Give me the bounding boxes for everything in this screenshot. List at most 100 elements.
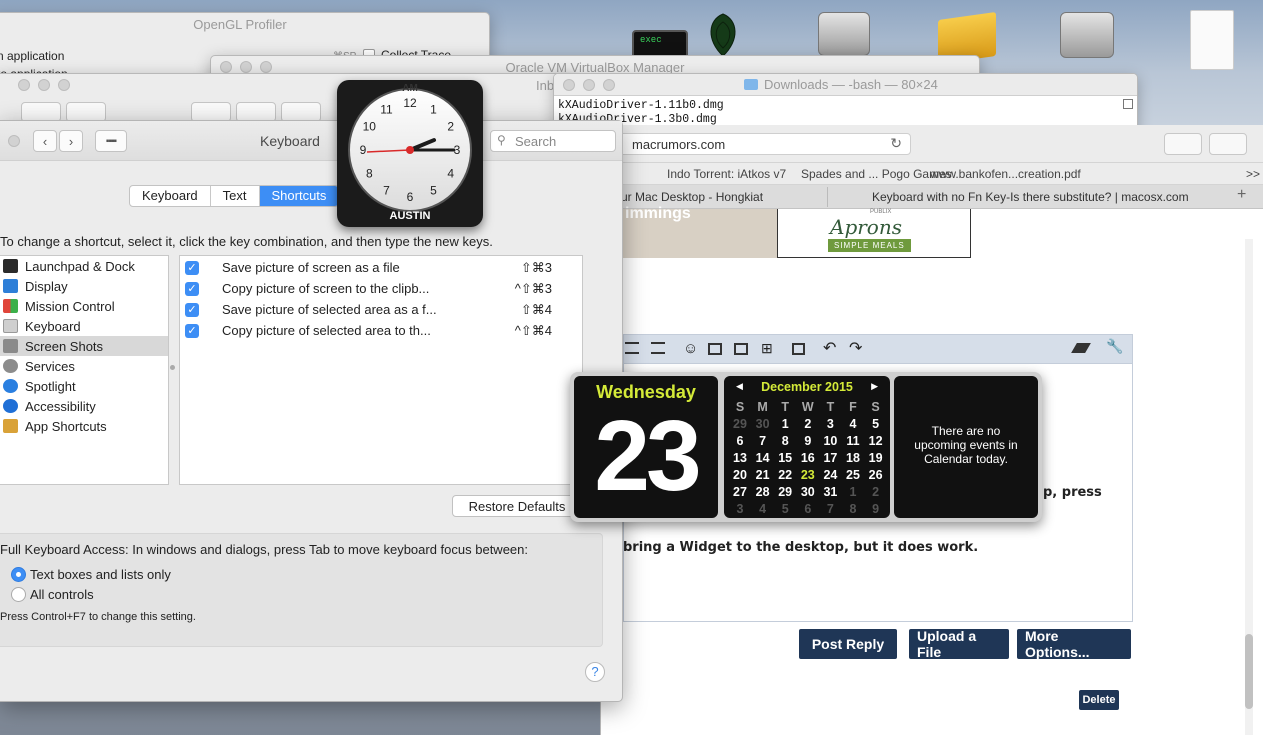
calendar-day[interactable]: 30: [797, 485, 819, 499]
calendar-day[interactable]: 17: [819, 451, 841, 465]
keyboard-preferences-window[interactable]: ‹ › ▪▪▪▪ Keyboard ⚲ Search Keyboard Text…: [0, 120, 623, 702]
calendar-day[interactable]: 8: [774, 434, 796, 448]
calendar-widget[interactable]: Wednesday 23 ◀ December 2015 ▶ S M T W T F S 29…: [570, 372, 1042, 522]
share-icon[interactable]: [1164, 133, 1202, 155]
bookmark-item[interactable]: Indo Torrent: iAtkos v7: [667, 167, 786, 181]
page-scrollbar[interactable]: [1245, 239, 1253, 735]
ad-banner-aprons[interactable]: PUBLIX Aprons SIMPLE MEALS: [777, 209, 971, 258]
tab-keyboard[interactable]: Keyboard: [130, 186, 211, 206]
next-month-button[interactable]: ▶: [871, 381, 878, 392]
clock-widget[interactable]: 12 1 2 3 4 5 6 7 8 9 10 11 AM AUSTIN: [337, 80, 483, 227]
post-reply-button[interactable]: Post Reply: [799, 629, 897, 659]
compose-icon[interactable]: [66, 102, 106, 122]
calendar-day[interactable]: 18: [842, 451, 864, 465]
close-button[interactable]: [18, 79, 30, 91]
hard-drive-icon[interactable]: [818, 12, 870, 56]
help-button[interactable]: ?: [585, 662, 605, 682]
calendar-day[interactable]: 23: [797, 468, 819, 482]
calendar-day[interactable]: 21: [752, 468, 774, 482]
tab-text[interactable]: Text: [211, 186, 260, 206]
calendar-day[interactable]: 1: [842, 485, 864, 499]
forward-button[interactable]: ›: [59, 130, 83, 152]
bookmark-item[interactable]: www.bankofen...creation.pdf: [930, 167, 1081, 181]
calendar-day[interactable]: 5: [774, 502, 796, 516]
shortcut-keys[interactable]: ⇧⌘3: [521, 260, 552, 276]
category-mission-control[interactable]: Mission Control: [0, 296, 168, 316]
archive-icon[interactable]: [191, 102, 231, 122]
calendar-day[interactable]: 20: [729, 468, 751, 482]
calendar-day[interactable]: 5: [865, 417, 887, 431]
calendar-day[interactable]: 4: [842, 417, 864, 431]
radio-all-controls[interactable]: [11, 587, 26, 602]
trash-icon[interactable]: [236, 102, 276, 122]
shortcut-row[interactable]: ✓ Save picture of selected area as a f..…: [180, 299, 582, 320]
junk-icon[interactable]: [281, 102, 321, 122]
category-spotlight[interactable]: Spotlight: [0, 376, 168, 396]
category-list[interactable]: Launchpad & Dock Display Mission Control…: [0, 255, 169, 485]
calendar-day[interactable]: 1: [774, 417, 796, 431]
calendar-day[interactable]: 9: [865, 502, 887, 516]
calendar-day[interactable]: 4: [752, 502, 774, 516]
calendar-day[interactable]: 29: [729, 417, 751, 431]
calendar-day[interactable]: 30: [752, 417, 774, 431]
category-launchpad[interactable]: Launchpad & Dock: [0, 256, 168, 276]
shortcut-checkbox[interactable]: ✓: [185, 323, 199, 338]
envelope-icon[interactable]: [21, 102, 61, 122]
more-options-button[interactable]: More Options...: [1017, 628, 1131, 660]
tabs-overview-icon[interactable]: [1209, 133, 1247, 155]
undo-icon[interactable]: ↶: [823, 338, 836, 358]
category-accessibility[interactable]: Accessibility: [0, 396, 168, 416]
ad-banner-left[interactable]: immings: [601, 205, 777, 258]
outdent-icon[interactable]: [625, 342, 639, 354]
scroll-thumb[interactable]: [1245, 634, 1253, 709]
shortcut-checkbox[interactable]: ✓: [185, 260, 199, 275]
video-icon[interactable]: [734, 343, 748, 355]
calendar-day[interactable]: 6: [797, 502, 819, 516]
reload-icon[interactable]: ↻: [890, 135, 902, 152]
hard-drive-icon-2[interactable]: [1060, 12, 1114, 58]
category-keyboard[interactable]: Keyboard: [0, 316, 168, 336]
insert-icon[interactable]: ⊞: [761, 340, 773, 357]
calendar-day[interactable]: 25: [842, 468, 864, 482]
close-button[interactable]: [8, 135, 20, 147]
category-display[interactable]: Display: [0, 276, 168, 296]
wrench-icon[interactable]: 🔧: [1106, 338, 1123, 355]
redo-icon[interactable]: ↷: [849, 338, 862, 358]
tab-shortcuts[interactable]: Shortcuts: [259, 186, 339, 206]
minimize-button[interactable]: [38, 79, 50, 91]
calendar-day[interactable]: 29: [774, 485, 796, 499]
calendar-day[interactable]: 19: [865, 451, 887, 465]
shortcut-keys[interactable]: ^⇧⌘4: [515, 323, 552, 339]
calendar-day[interactable]: 26: [865, 468, 887, 482]
calendar-day[interactable]: 15: [774, 451, 796, 465]
image-icon[interactable]: [708, 343, 722, 355]
show-all-button[interactable]: ▪▪▪▪: [95, 130, 127, 152]
calendar-day[interactable]: 24: [819, 468, 841, 482]
category-app-shortcuts[interactable]: App Shortcuts: [0, 416, 168, 436]
calendar-day[interactable]: 7: [819, 502, 841, 516]
upload-file-button[interactable]: Upload a File: [909, 628, 1009, 660]
bookmarks-overflow[interactable]: >>: [1246, 167, 1260, 181]
splitter-handle[interactable]: [170, 365, 175, 370]
calendar-day[interactable]: 8: [842, 502, 864, 516]
shortcut-row[interactable]: ✓ Copy picture of selected area to th...…: [180, 320, 582, 341]
calendar-day[interactable]: 31: [819, 485, 841, 499]
shortcut-checkbox[interactable]: ✓: [185, 302, 199, 317]
calendar-day[interactable]: 14: [752, 451, 774, 465]
calendar-day[interactable]: 28: [752, 485, 774, 499]
calendar-day[interactable]: 11: [842, 434, 864, 448]
add-tab-button[interactable]: +: [1237, 186, 1246, 208]
calendar-day[interactable]: 3: [819, 417, 841, 431]
zoom-button[interactable]: [58, 79, 70, 91]
calendar-day[interactable]: 2: [797, 417, 819, 431]
calendar-day[interactable]: 12: [865, 434, 887, 448]
calendar-day[interactable]: 7: [752, 434, 774, 448]
radio-text-boxes[interactable]: [11, 567, 26, 582]
calendar-day[interactable]: 9: [797, 434, 819, 448]
quake-app-icon[interactable]: [700, 10, 746, 60]
calendar-day[interactable]: 10: [819, 434, 841, 448]
shortcut-row[interactable]: ✓ Copy picture of screen to the clipb...…: [180, 278, 582, 299]
zoom-button[interactable]: [603, 79, 615, 91]
shortcut-row[interactable]: ✓ Save picture of screen as a file ⇧⌘3: [180, 257, 582, 278]
back-button[interactable]: ‹: [33, 130, 57, 152]
